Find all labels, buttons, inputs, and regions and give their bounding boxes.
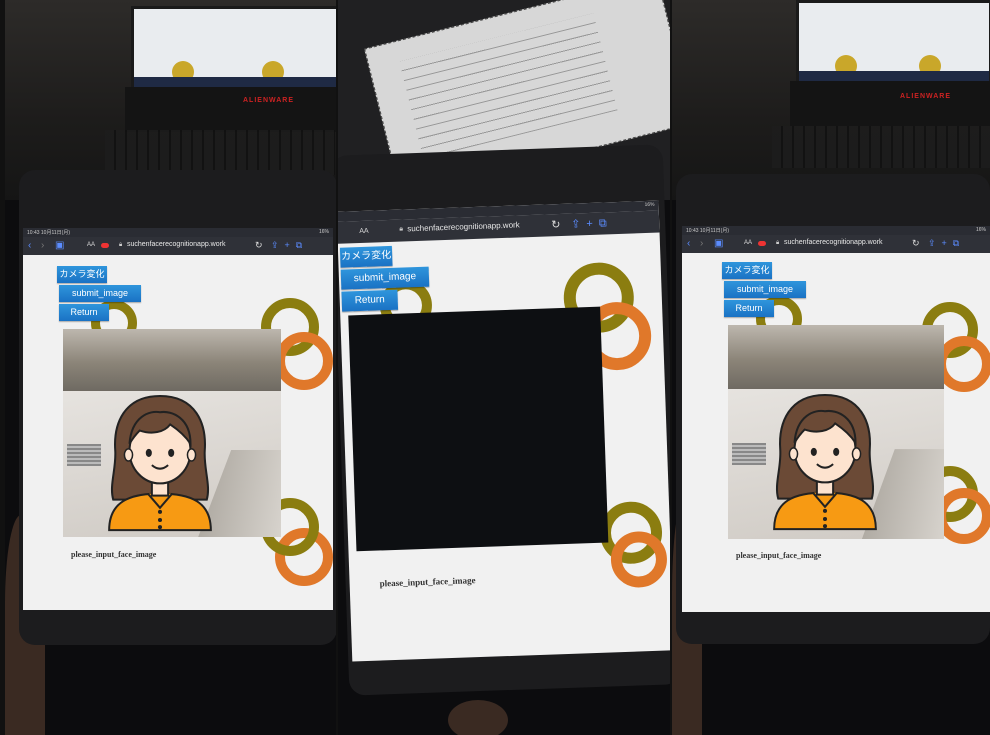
back-icon[interactable]: ‹ <box>28 240 31 252</box>
laptop-screen <box>796 0 990 84</box>
photo-panel-2: 16% AA 🔒︎ suchenfacerecognitionapp.work … <box>338 0 670 735</box>
laptop-base: ALIENWARE <box>125 87 336 132</box>
camera-preview <box>63 329 281 537</box>
photo-panel-3: ALIENWARE 10:43 10月11日(月) 16% ‹ › ▣ AA 🔒… <box>672 0 990 735</box>
lock-icon: 🔒︎ <box>399 225 404 233</box>
air-vent <box>732 443 766 465</box>
sidebar-icon[interactable]: ▣ <box>714 238 723 250</box>
record-icon <box>758 241 766 246</box>
air-vent <box>67 444 101 466</box>
submit-image-button[interactable]: submit_image <box>340 266 430 290</box>
camera-preview <box>348 306 609 552</box>
reload-icon[interactable]: ↻ <box>551 218 561 231</box>
return-button[interactable]: Return <box>341 289 399 312</box>
tablet: 10:43 10月11日(月) 16% ‹ › ▣ AA 🔒︎ suchenfa… <box>19 170 336 645</box>
status-battery: 16% <box>975 227 986 233</box>
laptop-taskbar <box>134 77 336 87</box>
ring-orange <box>936 336 990 392</box>
laptop-base: ALIENWARE <box>790 81 990 126</box>
status-caption: please_input_face_image <box>71 550 157 559</box>
keyboard <box>105 130 335 175</box>
return-button[interactable]: Return <box>59 304 109 321</box>
reload-icon[interactable]: ↻ <box>912 238 920 249</box>
lock-icon: 🔒︎ <box>776 240 780 246</box>
browser-toolbar: ‹ › ▣ AA 🔒︎ suchenfacerecognitionapp.wor… <box>23 237 333 255</box>
status-caption: please_input_face_image <box>736 551 822 560</box>
toolbar-icons[interactable]: ⇪+⧉ <box>271 240 308 251</box>
laptop-taskbar <box>799 71 989 81</box>
status-battery: 16% <box>644 201 655 209</box>
laptop-screen <box>131 6 336 90</box>
reader-aa-button[interactable]: AA <box>359 228 369 235</box>
camera-switch-button[interactable]: カメラ変化 <box>339 245 393 268</box>
photo-panel-1: ALIENWARE 10:43 10月11日(月) 16% ‹ › ▣ AA 🔒… <box>5 0 336 735</box>
ring-orange <box>275 332 333 390</box>
camera-switch-button[interactable]: カメラ変化 <box>722 262 772 279</box>
back-icon[interactable]: ‹ <box>687 238 690 250</box>
tablet: 16% AA 🔒︎ suchenfacerecognitionapp.work … <box>338 144 670 696</box>
toolbar-icons[interactable]: ⇪+⧉ <box>928 238 965 249</box>
keyboard <box>772 126 990 168</box>
status-battery: 16% <box>318 229 329 235</box>
camera-preview <box>728 325 944 539</box>
status-caption: please_input_face_image <box>379 575 476 589</box>
tablet-screen: 10:43 10月11日(月) 16% ‹ › ▣ AA 🔒︎ suchenfa… <box>682 226 990 612</box>
forward-icon[interactable]: › <box>700 238 703 250</box>
reader-aa-button[interactable]: AA <box>87 242 95 248</box>
sidebar-icon[interactable]: ▣ <box>55 240 64 252</box>
address-bar[interactable]: suchenfacerecognitionapp.work <box>407 220 520 233</box>
browser-toolbar: ‹ › ▣ AA 🔒︎ suchenfacerecognitionapp.wor… <box>682 235 990 253</box>
submit-image-button[interactable]: submit_image <box>59 285 141 302</box>
address-bar[interactable]: suchenfacerecognitionapp.work <box>127 241 225 248</box>
submit-image-button[interactable]: submit_image <box>724 281 806 298</box>
tablet-screen: 10:43 10月11日(月) 16% ‹ › ▣ AA 🔒︎ suchenfa… <box>23 228 333 610</box>
status-time: 10:43 10月11日(月) <box>27 230 70 236</box>
face-avatar-icon <box>108 394 212 532</box>
status-bar: 10:43 10月11日(月) 16% <box>23 228 333 237</box>
reader-aa-button[interactable]: AA <box>744 240 752 246</box>
tablet-screen: 16% AA 🔒︎ suchenfacerecognitionapp.work … <box>338 200 670 662</box>
status-time: 10:43 10月11日(月) <box>686 228 729 234</box>
lock-icon: 🔒︎ <box>119 242 123 248</box>
record-icon <box>101 243 109 248</box>
hand <box>448 700 508 735</box>
laptop-logo: ALIENWARE <box>900 93 951 100</box>
status-bar: 10:43 10月11日(月) 16% <box>682 226 990 235</box>
toolbar-icons[interactable]: ⇪+⧉ <box>571 216 613 231</box>
tablet: 10:43 10月11日(月) 16% ‹ › ▣ AA 🔒︎ suchenfa… <box>676 174 990 644</box>
ring-orange <box>609 530 668 589</box>
face-avatar-icon <box>773 393 877 531</box>
address-bar[interactable]: suchenfacerecognitionapp.work <box>784 239 882 246</box>
return-button[interactable]: Return <box>724 300 774 317</box>
ring-orange <box>936 488 990 544</box>
forward-icon[interactable]: › <box>41 240 44 252</box>
camera-switch-button[interactable]: カメラ変化 <box>57 266 107 283</box>
laptop-logo: ALIENWARE <box>243 97 294 104</box>
reload-icon[interactable]: ↻ <box>255 240 263 251</box>
